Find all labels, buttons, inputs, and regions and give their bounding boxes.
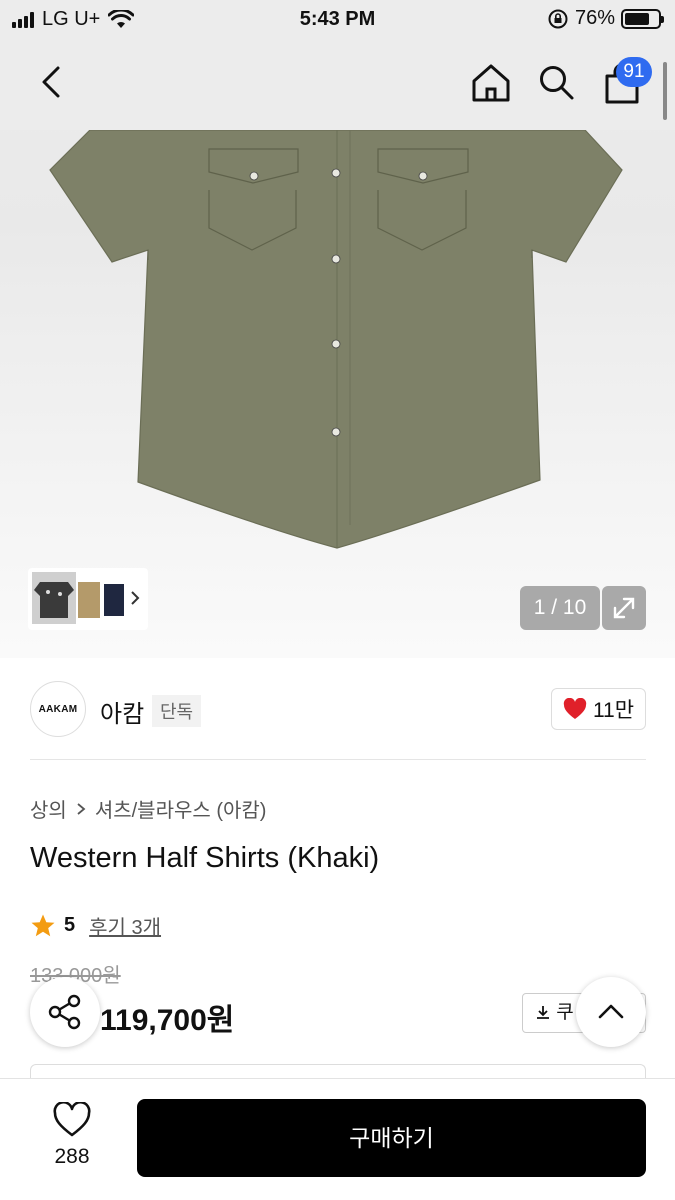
wishlist-button[interactable]: 288 xyxy=(40,1100,104,1172)
brand-like-count: 11만 xyxy=(592,699,635,722)
thumbnail-navy-shirt[interactable] xyxy=(102,572,126,624)
battery-percent: 76% xyxy=(574,7,615,29)
buy-button[interactable]: 구매하기 xyxy=(137,1099,646,1177)
review-link[interactable]: 후기 3개 xyxy=(89,911,161,940)
expand-icon xyxy=(613,597,635,619)
brand-logo[interactable]: AAKAM xyxy=(30,681,86,737)
coupon-label: 쿠 xyxy=(556,1002,574,1023)
expand-button[interactable] xyxy=(602,586,646,630)
battery-icon xyxy=(621,8,664,29)
scroll-top-button[interactable] xyxy=(576,977,646,1047)
cart-count-badge[interactable]: 91 xyxy=(616,57,652,87)
status-bar: LG U+ 5:43 PM 76% xyxy=(0,0,675,40)
rating-score: 5 xyxy=(64,914,76,936)
wishlist-count: 288 xyxy=(54,1145,90,1168)
divider xyxy=(30,759,646,760)
share-icon xyxy=(48,994,81,1030)
download-icon xyxy=(537,1006,549,1019)
scroll-indicator xyxy=(663,62,667,120)
brand-like-button[interactable]: 11만 xyxy=(551,688,646,730)
search-icon[interactable] xyxy=(536,62,576,102)
star-icon xyxy=(31,914,55,936)
thumbnail-strip[interactable] xyxy=(28,568,148,630)
top-nav xyxy=(0,40,675,130)
heart-outline-icon xyxy=(53,1100,91,1137)
chevron-right-icon[interactable] xyxy=(126,572,144,624)
exclusive-tag: 단독 xyxy=(152,695,202,727)
share-button[interactable] xyxy=(30,977,100,1047)
product-title: Western Half Shirts (Khaki) xyxy=(30,842,380,874)
breadcrumb-category[interactable]: 상의 xyxy=(30,794,67,823)
chevron-right-icon xyxy=(77,802,86,815)
product-image[interactable] xyxy=(0,130,675,560)
back-arrow-icon[interactable] xyxy=(32,62,72,102)
status-right: 76% xyxy=(547,7,664,30)
breadcrumb: 상의 셔츠/블라우스 (아캄) xyxy=(30,794,266,823)
brand-name[interactable]: 아캄 xyxy=(100,694,144,729)
image-counter: 1 / 10 xyxy=(520,586,600,630)
orientation-lock-icon xyxy=(548,9,568,28)
thumbnail-beige-shirt[interactable] xyxy=(76,572,102,624)
rating-row: 5 후기 3개 xyxy=(30,911,161,940)
breadcrumb-subcategory[interactable]: 셔츠/블라우스 (아캄) xyxy=(95,794,267,823)
thumbnail-black-shirt[interactable] xyxy=(32,572,76,624)
heart-filled-icon xyxy=(563,698,587,719)
chevron-up-icon xyxy=(598,1004,624,1019)
sale-price: 119,700원 xyxy=(100,1004,235,1037)
home-icon[interactable] xyxy=(470,62,512,104)
